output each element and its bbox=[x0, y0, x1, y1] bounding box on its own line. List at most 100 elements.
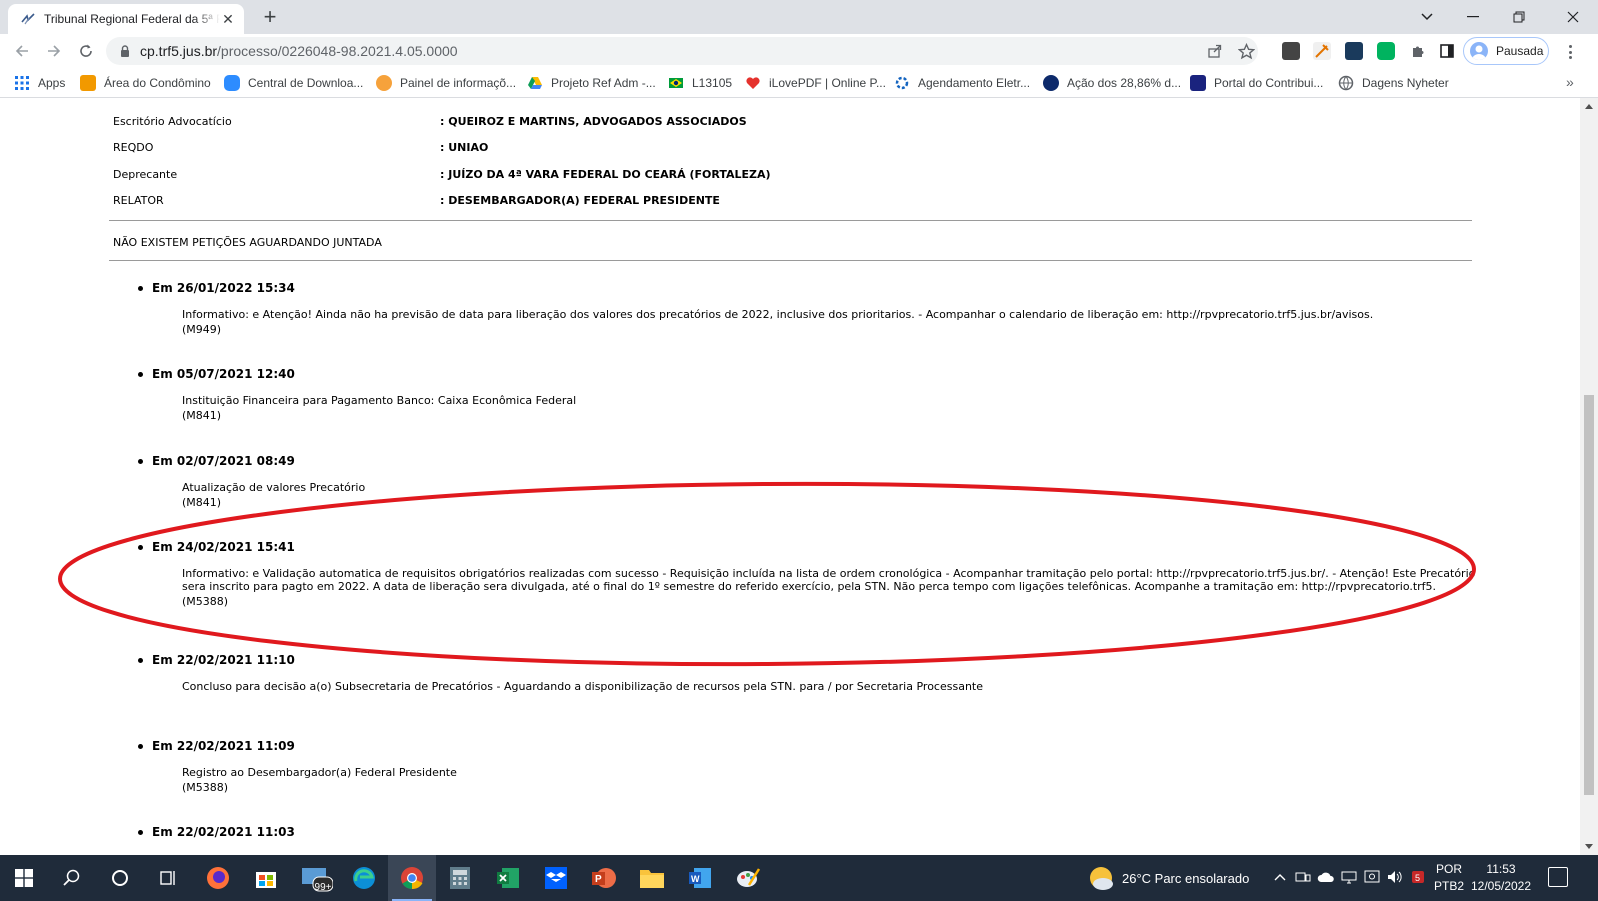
start-button[interactable] bbox=[0, 855, 48, 901]
extension-tool-icon[interactable] bbox=[1313, 42, 1331, 60]
movement-date: Em 26/01/2022 15:34 bbox=[136, 281, 1476, 295]
field-label: Deprecante bbox=[113, 168, 178, 181]
divider bbox=[109, 260, 1472, 261]
bookmark-label: Dagens Nyheter bbox=[1362, 76, 1449, 90]
mail-badge: 99+ bbox=[314, 882, 332, 893]
bookmark-item[interactable]: Área do Condômino bbox=[80, 74, 211, 92]
scroll-down-icon[interactable] bbox=[1585, 844, 1593, 849]
svg-text:W: W bbox=[691, 874, 700, 884]
security-icon[interactable] bbox=[1363, 868, 1381, 886]
taskbar-word[interactable]: W bbox=[676, 855, 724, 901]
extension-green-icon[interactable] bbox=[1377, 42, 1395, 60]
bookmark-item[interactable]: Dagens Nyheter bbox=[1338, 74, 1449, 92]
extensions-puzzle-icon[interactable] bbox=[1408, 41, 1428, 61]
tray-overflow-icon[interactable] bbox=[1271, 868, 1289, 886]
taskbar-mail[interactable] bbox=[292, 855, 340, 901]
bookmark-item[interactable]: Painel de informaçõ... bbox=[376, 74, 516, 92]
process-field-deprecante: Deprecante : JUÍZO DA 4ª VARA FEDERAL DO… bbox=[113, 168, 771, 181]
minimize-button[interactable] bbox=[1450, 0, 1496, 34]
arrow-left-icon bbox=[15, 45, 28, 57]
extension-camera-icon[interactable] bbox=[1282, 42, 1300, 60]
taskbar-paint[interactable] bbox=[724, 855, 772, 901]
field-value: : QUEIROZ E MARTINS, ADVOGADOS ASSOCIADO… bbox=[440, 115, 747, 128]
reload-button[interactable] bbox=[74, 39, 98, 63]
field-label: RELATOR bbox=[113, 194, 164, 207]
movement-entry: Em 22/02/2021 11:09 Registro ao Desembar… bbox=[136, 739, 1476, 796]
movement-code: (M5388) bbox=[182, 781, 229, 794]
movement-date: Em 05/07/2021 12:40 bbox=[136, 367, 1476, 381]
bookmark-item[interactable]: Ação dos 28,86% d... bbox=[1043, 74, 1181, 92]
restore-button[interactable] bbox=[1496, 0, 1542, 34]
firefox-icon bbox=[207, 867, 229, 889]
svg-text:5: 5 bbox=[1415, 873, 1420, 883]
tab-close-icon[interactable]: ✕ bbox=[220, 11, 236, 27]
taskbar-firefox[interactable] bbox=[194, 855, 242, 901]
field-label: Escritório Advocatício bbox=[113, 115, 232, 128]
movement-text: Atualização de valores Precatório bbox=[182, 481, 366, 494]
taskbar-edge[interactable] bbox=[340, 855, 388, 901]
profile-button[interactable]: Pausada bbox=[1463, 37, 1549, 65]
field-label: REQDO bbox=[113, 141, 154, 154]
taskbar-store[interactable] bbox=[242, 855, 290, 901]
network-icon[interactable] bbox=[1340, 868, 1358, 886]
bookmark-item[interactable]: Central de Downloa... bbox=[224, 74, 363, 92]
movement-text: Informativo: e Atenção! Ainda não ha pre… bbox=[182, 308, 1374, 321]
taskbar-chrome[interactable] bbox=[388, 855, 436, 901]
tray-device-icon[interactable] bbox=[1294, 868, 1312, 886]
flag-icon bbox=[669, 78, 683, 88]
new-tab-button[interactable]: + bbox=[258, 6, 282, 30]
language-code: POR bbox=[1436, 862, 1463, 876]
extension-sync-icon[interactable] bbox=[1345, 42, 1363, 60]
onedrive-icon[interactable] bbox=[1317, 868, 1335, 886]
share-icon[interactable] bbox=[1205, 41, 1225, 61]
side-panel-icon[interactable] bbox=[1437, 41, 1457, 61]
browser-toolbar: cp.trf5.jus.br/processo/0226048-98.2021.… bbox=[0, 34, 1598, 68]
browser-tab[interactable]: Tribunal Regional Federal da 5ª Região ✕ bbox=[8, 4, 244, 34]
notification-center-icon[interactable] bbox=[1548, 867, 1568, 887]
search-button[interactable] bbox=[48, 855, 96, 901]
apps-grid-icon bbox=[15, 76, 29, 90]
window-close-button[interactable] bbox=[1550, 0, 1596, 34]
arrow-right-icon bbox=[48, 45, 61, 57]
taskbar-calculator[interactable] bbox=[436, 855, 484, 901]
bookmark-item[interactable]: L13105 bbox=[668, 74, 732, 92]
task-view-button[interactable] bbox=[144, 855, 192, 901]
weather-widget[interactable]: 26°C Parc ensolarado bbox=[1090, 855, 1249, 901]
bookmark-label: Agendamento Eletr... bbox=[918, 76, 1031, 90]
word-icon: W bbox=[689, 868, 711, 888]
page-scrollbar[interactable] bbox=[1580, 98, 1598, 855]
bookmark-item[interactable]: Projeto Ref Adm -... bbox=[527, 74, 656, 92]
browser-menu-icon[interactable] bbox=[1562, 43, 1578, 61]
back-button[interactable] bbox=[10, 39, 34, 63]
bookmark-item[interactable]: Agendamento Eletr... bbox=[894, 74, 1030, 92]
bookmark-label: Ação dos 28,86% d... bbox=[1067, 76, 1182, 90]
cortana-icon bbox=[112, 870, 128, 886]
forward-button[interactable] bbox=[42, 39, 66, 63]
bookmark-item[interactable]: Portal do Contribui... bbox=[1190, 74, 1323, 92]
bookmark-star-icon[interactable] bbox=[1236, 41, 1256, 61]
taskbar-excel[interactable] bbox=[484, 855, 532, 901]
input-language[interactable]: POR PTB2 bbox=[1434, 861, 1464, 895]
bookmarks-more-icon[interactable]: » bbox=[1566, 74, 1574, 90]
process-field-relator: RELATOR : DESEMBARGADOR(A) FEDERAL PRESI… bbox=[113, 194, 720, 207]
scroll-up-icon[interactable] bbox=[1585, 104, 1593, 109]
bookmark-item[interactable]: Apps bbox=[14, 74, 65, 92]
taskbar-clock[interactable]: 11:53 12/05/2022 bbox=[1468, 861, 1534, 895]
taskbar-file-explorer[interactable] bbox=[628, 855, 676, 901]
bookmark-item[interactable]: iLovePDF | Online P... bbox=[745, 74, 886, 92]
antivirus-icon[interactable]: 5 bbox=[1409, 868, 1427, 886]
address-bar[interactable]: cp.trf5.jus.br/processo/0226048-98.2021.… bbox=[106, 37, 1258, 65]
movement-entry: Em 05/07/2021 12:40 Instituição Financei… bbox=[136, 367, 1476, 424]
cortana-button[interactable] bbox=[96, 855, 144, 901]
taskbar-powerpoint[interactable]: P bbox=[580, 855, 628, 901]
volume-icon[interactable] bbox=[1386, 868, 1404, 886]
scrollbar-thumb[interactable] bbox=[1584, 395, 1594, 795]
tab-search-icon[interactable] bbox=[1404, 0, 1450, 34]
url-host: cp.trf5.jus.br bbox=[140, 43, 218, 59]
folder-icon bbox=[640, 870, 664, 888]
edge-icon bbox=[353, 867, 375, 889]
movement-date: Em 22/02/2021 11:10 bbox=[136, 653, 1476, 667]
heart-icon bbox=[746, 77, 760, 89]
bookmark-label: Apps bbox=[38, 76, 66, 90]
taskbar-dropbox[interactable] bbox=[532, 855, 580, 901]
